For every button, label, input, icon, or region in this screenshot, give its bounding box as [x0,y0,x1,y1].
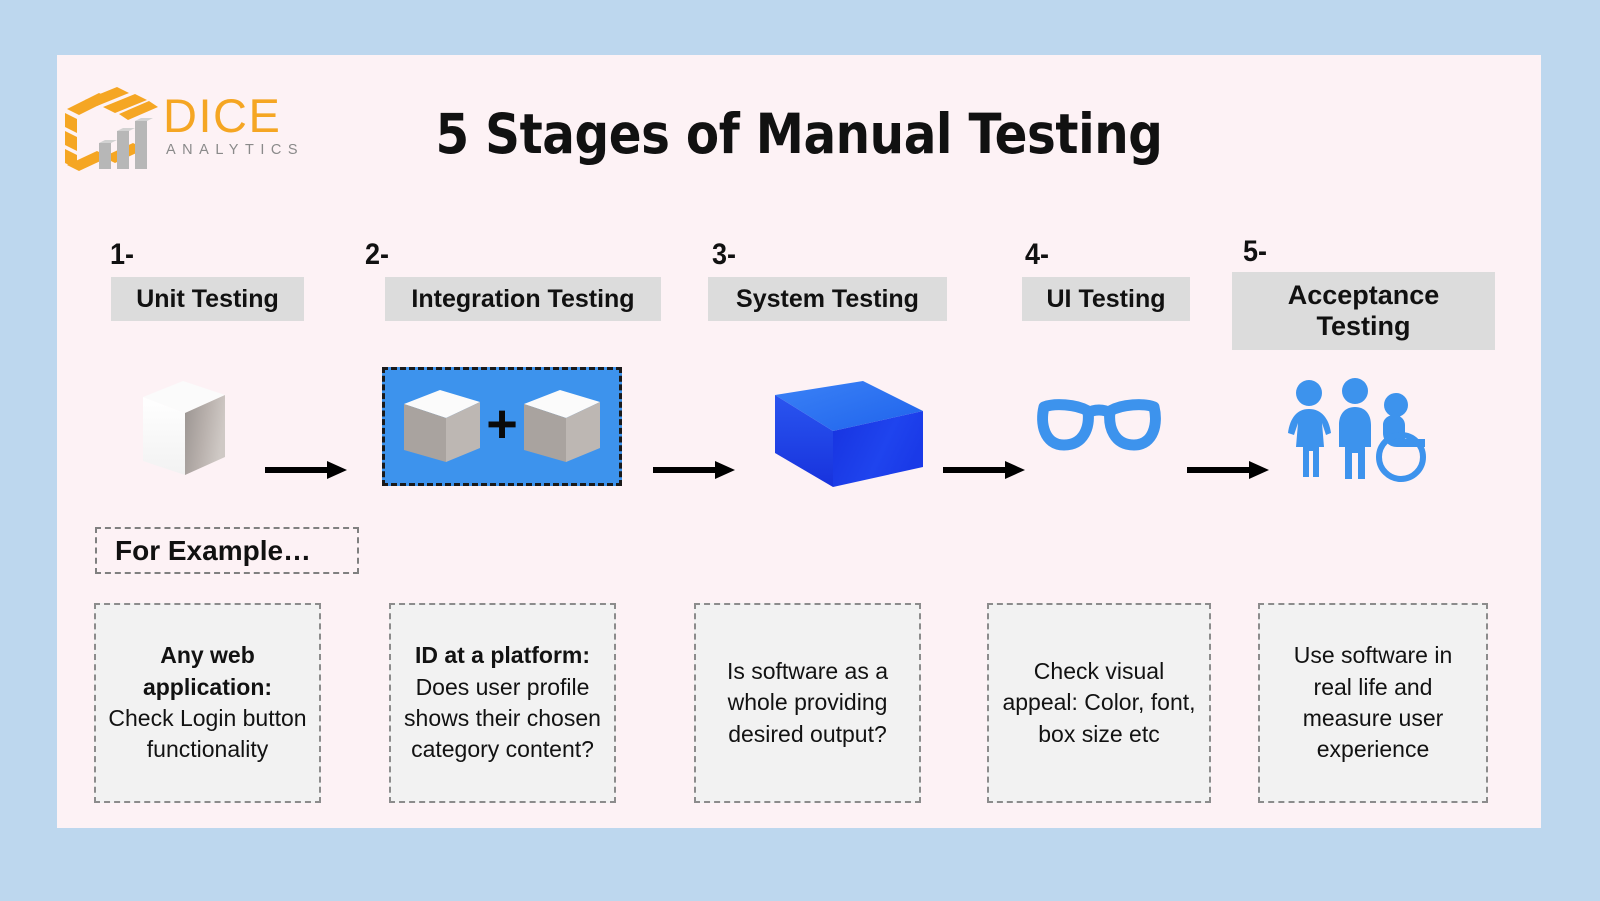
stage-label-unit-testing[interactable]: Unit Testing [111,277,304,321]
right-arrow-icon-2 [653,459,735,486]
stage-label-ui-testing[interactable]: UI Testing [1022,277,1190,321]
example-box-system-testing: Is software as a whole providing desired… [694,603,921,803]
two-cubes-plus-icon: + [382,367,622,486]
example-box-ui-testing: Check visual appeal: Color, font, box si… [987,603,1211,803]
example-lead-2: ID at a platform: [414,642,591,669]
example-body-2: Does user profile shows their chosen cat… [404,673,601,763]
right-arrow-icon-1 [265,459,347,486]
for-example-banner: For Example… [95,527,359,574]
blue-3d-box-icon [745,375,925,491]
example-box-acceptance-testing: Use software in real life and measure us… [1258,603,1488,803]
stage-number-3: 3- [712,238,737,271]
example-lead-1: Any web application: [142,642,273,700]
stage-label-system-testing[interactable]: System Testing [708,277,947,321]
eyeglasses-icon [1032,391,1166,461]
dice-box-bar-chart-logo-icon [63,87,159,173]
example-body-4: Check visual appeal: Color, font, box si… [1002,658,1196,747]
plus-sign-label: + [486,393,518,454]
example-box-integration-testing: ID at a platform: Does user profile show… [389,603,616,803]
example-body-5: Use software in real life and measure us… [1293,642,1453,763]
right-arrow-icon-4 [1187,459,1269,486]
stage-label-acceptance-testing[interactable]: Acceptance Testing [1232,272,1495,350]
stage-number-2: 2- [365,238,390,271]
right-arrow-icon-3 [943,459,1025,486]
infographic-canvas: DICE ANALYTICS 5 Stages of Manual Testin… [0,0,1600,901]
example-box-unit-testing: Any web application: Check Login button … [94,603,321,803]
stage-label-integration-testing[interactable]: Integration Testing [385,277,661,321]
three-people-accessibility-icon [1279,377,1429,483]
page-title: 5 Stages of Manual Testing [435,102,1163,166]
white-cube-icon [139,377,229,481]
example-body-1: Check Login button functionality [108,705,307,763]
cube-right-glyph [523,389,600,462]
stage-number-4: 4- [1025,238,1050,271]
content-panel: DICE ANALYTICS 5 Stages of Manual Testin… [57,55,1541,828]
cube-left-glyph [404,389,481,462]
stage-number-1: 1- [110,238,135,271]
example-body-3: Is software as a whole providing desired… [726,658,889,747]
stage-number-5: 5- [1243,235,1268,268]
